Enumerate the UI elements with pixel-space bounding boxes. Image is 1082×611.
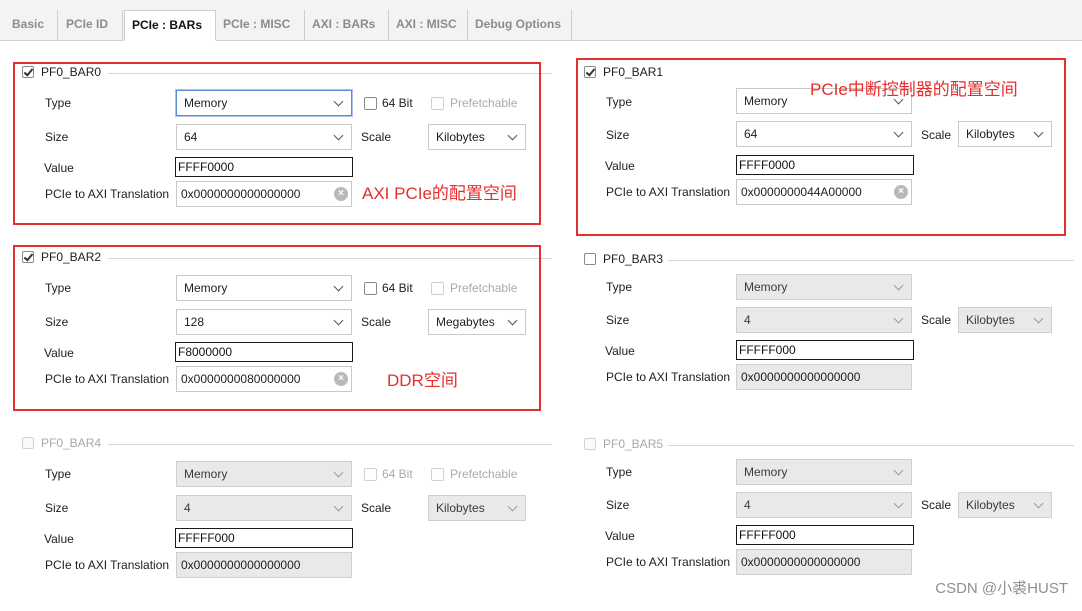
bar4-enable-checkbox[interactable] <box>22 437 34 449</box>
chevron-down-icon <box>333 501 344 512</box>
tab-bar: Basic PCIe ID PCIe : BARs PCIe : MISC AX… <box>0 0 1082 41</box>
watermark: CSDN @小裘HUST <box>935 580 1068 597</box>
bar5-size-select[interactable]: 4 <box>736 492 912 518</box>
bar5-scale-value: Kilobytes <box>966 498 1015 512</box>
translation-label: PCIe to AXI Translation <box>606 555 731 569</box>
bar3-scale-select[interactable]: Kilobytes <box>958 307 1052 333</box>
divider <box>668 445 1074 446</box>
bar3-type-select[interactable]: Memory <box>736 274 912 300</box>
size-label: Size <box>606 498 630 512</box>
scale-label: Scale <box>361 501 392 515</box>
bar3-enable-checkbox[interactable] <box>584 253 596 265</box>
annotation-bar0: AXI PCIe的配置空间 <box>362 184 517 203</box>
tab-pcie-id[interactable]: PCIe ID <box>59 10 123 40</box>
bar4-64bit-label: 64 Bit <box>382 467 413 481</box>
bar5-translation-input[interactable]: 0x0000000000000000 <box>736 549 912 575</box>
tab-debug-options[interactable]: Debug Options <box>468 10 572 40</box>
scale-label: Scale <box>921 498 952 512</box>
chevron-down-icon <box>893 313 904 324</box>
tab-basic[interactable]: Basic <box>5 10 58 40</box>
divider <box>668 260 1074 261</box>
bar4-prefetchable-label: Prefetchable <box>450 467 518 481</box>
chevron-down-icon <box>893 280 904 291</box>
bar5-enable-checkbox[interactable] <box>584 438 596 450</box>
value-label: Value <box>605 344 635 358</box>
bar3-title: PF0_BAR3 <box>603 252 664 266</box>
bar5-scale-select[interactable]: Kilobytes <box>958 492 1052 518</box>
chevron-down-icon <box>507 501 518 512</box>
tab-axi-misc[interactable]: AXI : MISC <box>389 10 468 40</box>
bar-group-bar4: PF0_BAR4 Type Memory 64 Bit Prefetchable… <box>22 435 552 610</box>
bar4-value-field: FFFFF000 <box>175 528 353 548</box>
tab-pcie-bars[interactable]: PCIe : BARs <box>124 10 216 41</box>
bar4-type-select[interactable]: Memory <box>176 461 352 487</box>
scale-label: Scale <box>921 313 952 327</box>
type-label: Type <box>45 467 72 481</box>
annotation-box-bar2 <box>13 245 541 411</box>
chevron-down-icon <box>1033 313 1044 324</box>
annotation-bar2: DDR空间 <box>387 371 458 390</box>
chevron-down-icon <box>893 465 904 476</box>
bar-group-bar3: PF0_BAR3 Type Memory Size 4 Scale Kiloby… <box>584 251 1074 426</box>
bar4-size-select[interactable]: 4 <box>176 495 352 521</box>
type-label: Type <box>606 280 633 294</box>
type-label: Type <box>606 465 633 479</box>
bar4-type-value: Memory <box>184 467 228 481</box>
bar5-value-field: FFFFF000 <box>736 525 914 545</box>
tab-pcie-misc[interactable]: PCIe : MISC <box>216 10 305 40</box>
value-label: Value <box>44 532 74 546</box>
chevron-down-icon <box>333 467 344 478</box>
bar4-translation-input[interactable]: 0x0000000000000000 <box>176 552 352 578</box>
bar4-prefetchable-checkbox[interactable] <box>431 468 444 481</box>
translation-label: PCIe to AXI Translation <box>45 558 170 572</box>
value-label: Value <box>605 529 635 543</box>
bar3-type-value: Memory <box>744 280 788 294</box>
bar5-type-select[interactable]: Memory <box>736 459 912 485</box>
bar5-title: PF0_BAR5 <box>603 437 664 451</box>
divider <box>108 444 552 445</box>
bar5-size-value: 4 <box>744 498 751 512</box>
bar4-scale-select[interactable]: Kilobytes <box>428 495 526 521</box>
chevron-down-icon <box>893 498 904 509</box>
size-label: Size <box>45 501 69 515</box>
bar4-scale-value: Kilobytes <box>436 501 485 515</box>
bar3-size-value: 4 <box>744 313 751 327</box>
bar4-size-value: 4 <box>184 501 191 515</box>
chevron-down-icon <box>1033 498 1044 509</box>
bar3-scale-value: Kilobytes <box>966 313 1015 327</box>
tab-axi-bars[interactable]: AXI : BARs <box>305 10 389 40</box>
bar3-value-field: FFFFF000 <box>736 340 914 360</box>
size-label: Size <box>606 313 630 327</box>
translation-label: PCIe to AXI Translation <box>606 370 731 384</box>
bar4-title: PF0_BAR4 <box>41 436 102 450</box>
bar3-translation-input[interactable]: 0x0000000000000000 <box>736 364 912 390</box>
annotation-bar1: PCIe中断控制器的配置空间 <box>810 80 1018 99</box>
bar4-64bit-checkbox[interactable] <box>364 468 377 481</box>
bar5-type-value: Memory <box>744 465 788 479</box>
bar3-size-select[interactable]: 4 <box>736 307 912 333</box>
